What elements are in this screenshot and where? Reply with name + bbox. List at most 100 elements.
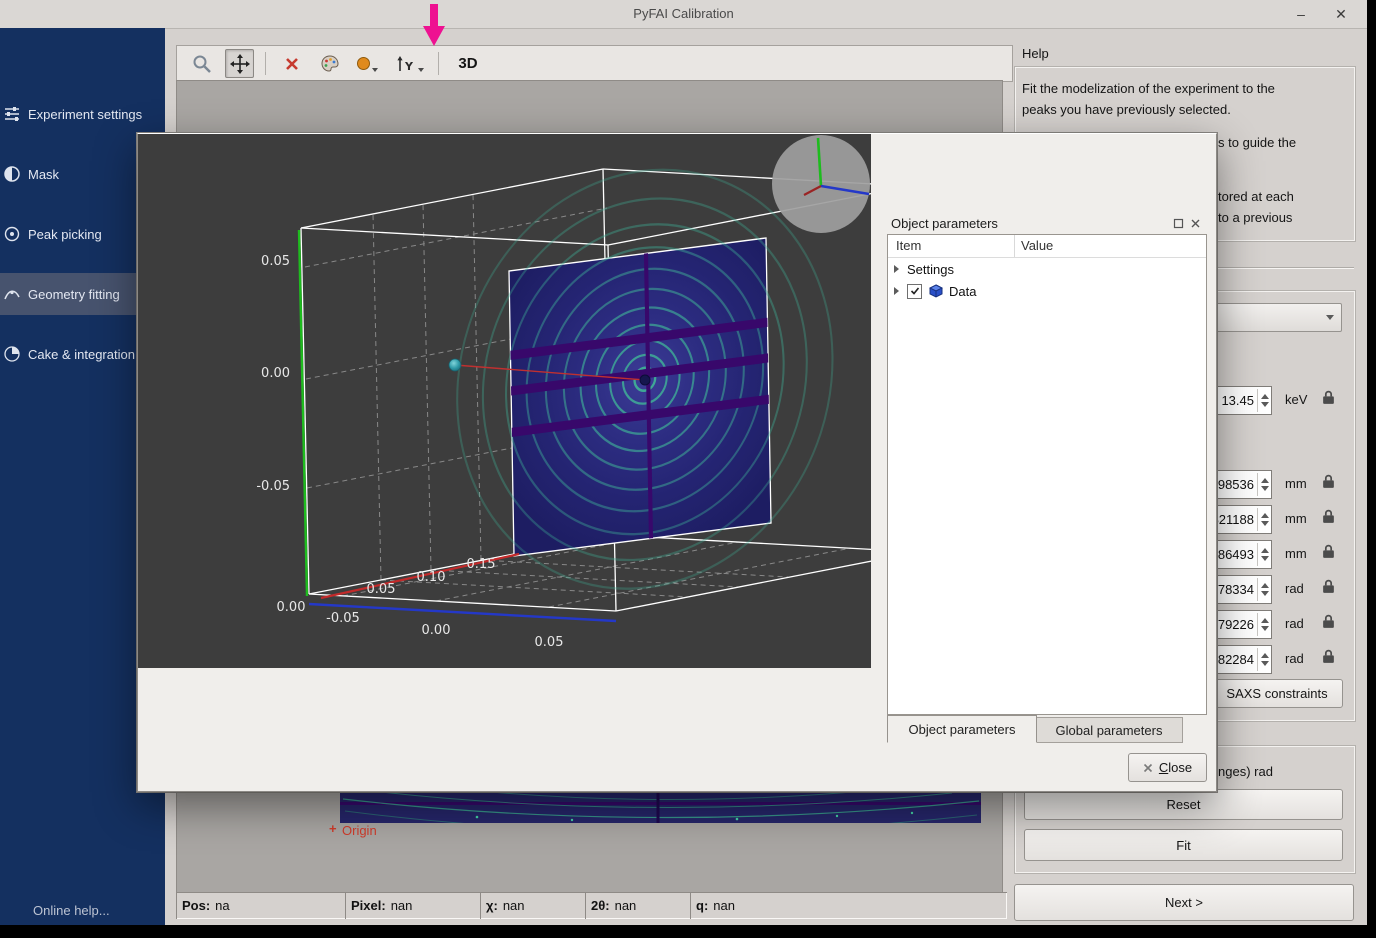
unit-label: mm [1285, 476, 1307, 491]
sidebar-item-label: Geometry fitting [28, 287, 120, 302]
lock-icon[interactable] [1322, 390, 1335, 405]
diffraction-image-partial [177, 789, 1000, 891]
toolbar-separator [265, 52, 266, 75]
float-panel-icon[interactable] [1173, 218, 1184, 229]
z-tick: 0.00 [261, 366, 290, 381]
lock-icon[interactable] [1322, 544, 1335, 559]
tab-object-parameters[interactable]: Object parameters [887, 715, 1037, 743]
status-value: na [215, 898, 229, 913]
x-tick: 0.15 [467, 557, 496, 572]
curve-icon [3, 285, 21, 303]
sidebar-item-experiment-settings[interactable]: Experiment settings [0, 93, 168, 135]
expander-icon[interactable] [894, 287, 899, 295]
status-chi: χ:nan [480, 892, 591, 919]
main-toolbar: Y 3D [176, 45, 1013, 82]
tree-row-settings[interactable]: Settings [888, 258, 1206, 280]
lock-icon[interactable] [1322, 509, 1335, 524]
tree-row-label: Settings [907, 262, 954, 277]
spin-arrows[interactable] [1257, 648, 1271, 671]
y-axis-glyph: Y [404, 60, 414, 73]
target-icon [3, 225, 21, 243]
spin-arrows[interactable] [1257, 389, 1271, 412]
x-tick: 0.10 [417, 570, 446, 585]
expander-icon[interactable] [894, 265, 899, 273]
column-divider[interactable] [1014, 235, 1015, 257]
object-tree: Item Value Settings Data [887, 234, 1207, 715]
spin-arrows[interactable] [1257, 613, 1271, 636]
unit-label: keV [1285, 392, 1307, 407]
saxs-constraints-button[interactable]: SAXS constraints [1211, 679, 1343, 708]
z-tick: -0.05 [256, 479, 290, 494]
spin-arrows[interactable] [1257, 508, 1271, 531]
view-3d-button[interactable]: 3D [450, 49, 486, 78]
minimize-button[interactable]: – [1288, 0, 1314, 28]
chevron-down-icon [1326, 315, 1334, 320]
x-tick: 0.05 [367, 582, 396, 597]
field-value: 13.45 [1221, 393, 1257, 408]
status-2theta: 2θ:nan [585, 892, 696, 919]
cube-icon [929, 284, 943, 298]
pan-button[interactable] [225, 49, 254, 78]
beam-center-point [640, 375, 650, 385]
mask-icon [3, 165, 21, 183]
sample-sphere [449, 359, 461, 371]
unit-label: mm [1285, 546, 1307, 561]
status-pixel: Pixel:nan [345, 892, 486, 919]
tab-global-parameters[interactable]: Global parameters [1035, 717, 1183, 743]
field-value: 198536 [1211, 477, 1257, 492]
spin-arrows[interactable] [1257, 543, 1271, 566]
help-text-clipped: to a previous [1218, 210, 1292, 225]
y-axis-orientation-button[interactable]: Y [391, 49, 427, 78]
check-icon [910, 286, 920, 296]
unit-label: mm [1285, 511, 1307, 526]
unit-label: rad [1285, 651, 1304, 666]
fit-button[interactable]: Fit [1024, 829, 1343, 861]
zoom-button[interactable] [187, 49, 216, 78]
status-value: nan [615, 898, 637, 913]
object-panel-header: Object parameters [887, 213, 1205, 234]
orange-marker-icon [357, 57, 370, 70]
tree-row-label: Data [949, 284, 976, 299]
status-label: χ: [486, 898, 498, 913]
spin-arrows[interactable] [1257, 473, 1271, 496]
unit-label: rad [1285, 581, 1304, 596]
reset-button[interactable]: Reset [1024, 789, 1343, 820]
lock-icon[interactable] [1322, 579, 1335, 594]
toolbar-separator [438, 52, 439, 75]
close-panel-icon[interactable] [1190, 218, 1201, 229]
window-title: PyFAI Calibration [0, 0, 1367, 28]
origin-label: Origin [342, 823, 377, 838]
marker-tool-button[interactable] [353, 49, 382, 78]
status-q: q:nan [690, 892, 1007, 919]
spin-arrows[interactable] [1257, 578, 1271, 601]
lock-icon[interactable] [1322, 614, 1335, 629]
help-text-line: Fit the modelization of the experiment t… [1022, 81, 1344, 96]
lock-icon[interactable] [1322, 649, 1335, 664]
title-bar: PyFAI Calibration – ✕ [0, 0, 1367, 29]
next-button[interactable]: Next > [1014, 884, 1354, 921]
sliders-icon [3, 105, 21, 123]
column-item[interactable]: Item [896, 238, 921, 253]
dialog-close-button[interactable]: Close [1128, 753, 1207, 782]
data-visible-checkbox[interactable] [907, 284, 922, 299]
colormap-button[interactable] [315, 49, 344, 78]
magnifier-icon [192, 54, 212, 74]
application-window: PyFAI Calibration – ✕ Experiment setting… [0, 0, 1367, 925]
clear-button[interactable] [277, 49, 306, 78]
chevron-down-icon [418, 68, 424, 72]
sample-stage-3d-view[interactable]: 0.05 0.00 -0.05 0.00 0.05 0.10 0.15 -0.0… [138, 134, 871, 668]
close-window-button[interactable]: ✕ [1326, 0, 1356, 28]
lock-icon[interactable] [1322, 474, 1335, 489]
online-help-link[interactable]: Online help... [33, 903, 110, 918]
field-value: 821188 [1212, 512, 1257, 527]
help-text-clipped: s to guide the [1218, 135, 1296, 150]
x-tick: 0.00 [277, 600, 306, 615]
column-value[interactable]: Value [1021, 238, 1053, 253]
tree-row-data[interactable]: Data [888, 280, 1206, 302]
pan-icon [230, 54, 250, 74]
chevron-down-icon [372, 68, 378, 72]
y-tick: -0.05 [326, 611, 360, 626]
orientation-gizmo[interactable] [772, 135, 870, 233]
field-value: 179226 [1211, 617, 1257, 632]
sidebar-item-label: Peak picking [28, 227, 102, 242]
